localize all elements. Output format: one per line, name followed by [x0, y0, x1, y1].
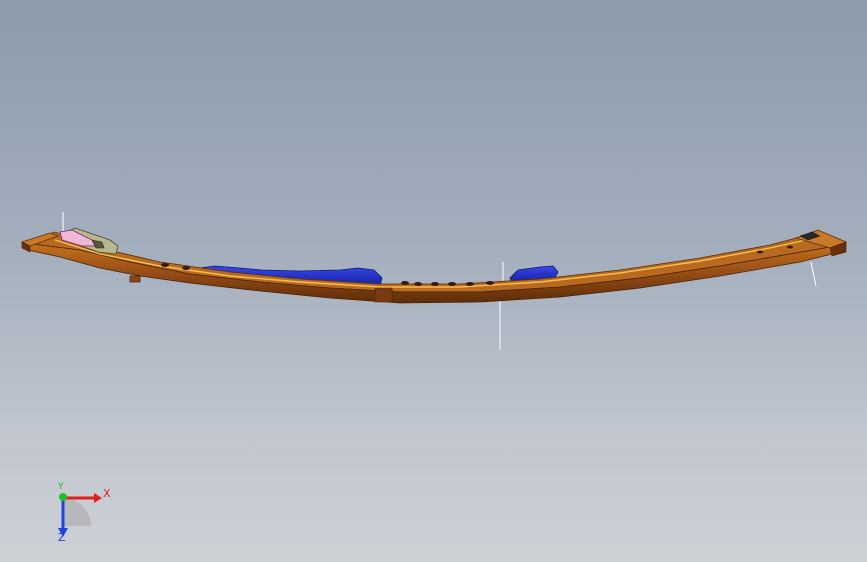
triad-shadow: [63, 498, 91, 526]
triad-z-label: Z: [58, 531, 66, 544]
triad-y-label: Y: [58, 482, 64, 492]
y-axis-dot: [59, 493, 67, 501]
3d-model-viewport[interactable]: X Y Z: [0, 0, 867, 562]
triad-x-label: X: [103, 487, 111, 500]
model-canvas[interactable]: [0, 0, 867, 562]
curved-rail[interactable]: [23, 231, 841, 304]
